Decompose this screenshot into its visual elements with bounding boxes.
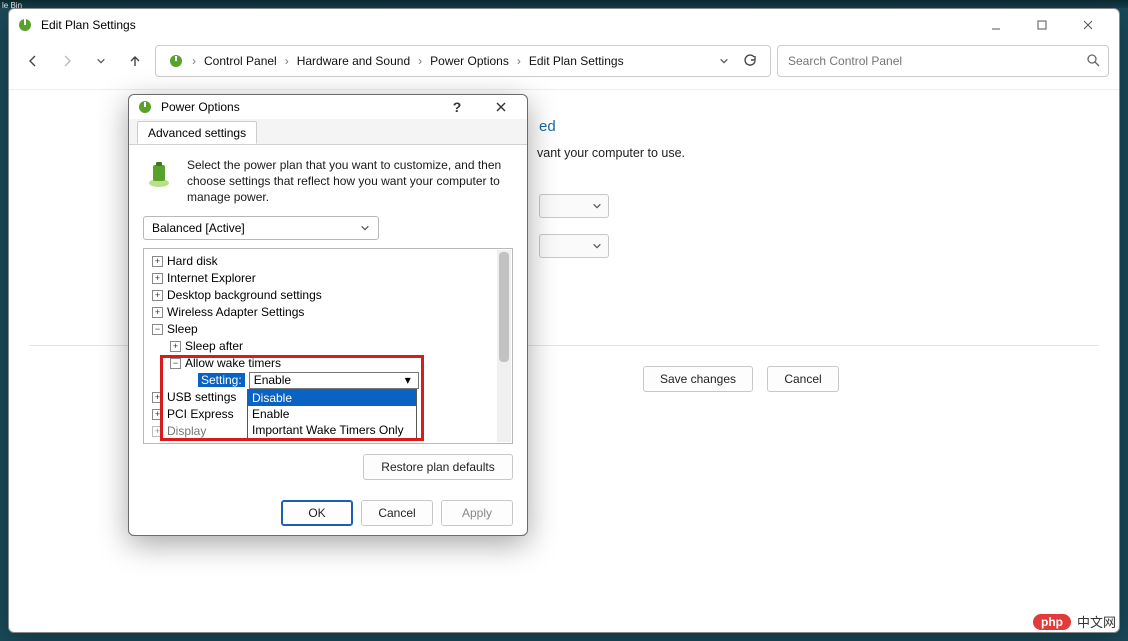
search-bar[interactable]	[777, 45, 1109, 77]
titlebar: Edit Plan Settings	[9, 9, 1119, 41]
restore-defaults-button[interactable]: Restore plan defaults	[363, 454, 513, 480]
expand-icon[interactable]: +	[152, 256, 163, 267]
maximize-button[interactable]	[1019, 10, 1065, 40]
tree-label: Allow wake timers	[185, 356, 281, 370]
expand-icon[interactable]: +	[152, 290, 163, 301]
expand-icon[interactable]: +	[152, 409, 163, 420]
save-changes-button[interactable]: Save changes	[643, 366, 753, 392]
power-plan-select[interactable]: Balanced [Active]	[143, 216, 379, 240]
breadcrumb[interactable]: Control Panel	[200, 52, 281, 70]
expand-icon[interactable]: +	[152, 426, 163, 437]
dialog-titlebar: Power Options ?	[129, 95, 527, 119]
dropdown-option-important-only[interactable]: Important Wake Timers Only	[248, 422, 416, 438]
dropdown-option-disable[interactable]: Disable	[248, 390, 416, 406]
expand-icon[interactable]: +	[170, 341, 181, 352]
tree-label: Desktop background settings	[167, 288, 322, 302]
tree-node-ie[interactable]: + Internet Explorer	[146, 270, 510, 287]
power-options-dialog: Power Options ? Advanced settings Select…	[128, 94, 528, 536]
breadcrumb[interactable]: Hardware and Sound	[293, 52, 414, 70]
close-button[interactable]	[1065, 10, 1111, 40]
tree-label: Internet Explorer	[167, 271, 256, 285]
chevron-right-icon: ›	[515, 54, 523, 68]
watermark: php 中文网	[1033, 612, 1116, 631]
tab-strip: Advanced settings	[129, 119, 527, 145]
power-icon	[17, 17, 33, 33]
dialog-close-button[interactable]	[483, 95, 519, 119]
select-fragment[interactable]	[539, 234, 609, 258]
address-bar[interactable]: › Control Panel › Hardware and Sound › P…	[155, 45, 771, 77]
tree-node-wake-timers[interactable]: −Allow wake timers	[146, 355, 510, 372]
setting-row: Setting: Enable ▾	[146, 372, 510, 389]
apply-button[interactable]: Apply	[441, 500, 513, 526]
tree-label: Wireless Adapter Settings	[167, 305, 304, 319]
tree-label: USB settings	[167, 390, 236, 404]
tree-label: Hard disk	[167, 254, 218, 268]
setting-label: Setting:	[198, 373, 245, 387]
help-button[interactable]: ?	[439, 95, 475, 119]
ok-button[interactable]: OK	[281, 500, 353, 526]
power-icon	[164, 53, 188, 69]
combo-value: Enable	[254, 373, 291, 387]
settings-tree[interactable]: + Hard disk + Internet Explorer + Desktop b…	[143, 248, 513, 444]
dropdown-option-enable[interactable]: Enable	[248, 406, 416, 422]
chevron-down-icon	[360, 223, 370, 233]
select-fragment[interactable]	[539, 194, 609, 218]
back-button[interactable]	[19, 47, 47, 75]
search-input[interactable]	[786, 53, 1082, 69]
chevron-down-icon[interactable]	[712, 56, 736, 66]
collapse-icon[interactable]: −	[152, 324, 163, 335]
tree-label: Display	[167, 424, 206, 438]
cancel-button[interactable]: Cancel	[767, 366, 839, 392]
search-icon[interactable]	[1086, 53, 1100, 70]
page-heading-fragment: ed	[539, 118, 556, 135]
expand-icon[interactable]: +	[152, 307, 163, 318]
dialog-body: Select the power plan that you want to c…	[129, 145, 527, 490]
wake-timers-dropdown[interactable]: Disable Enable Important Wake Timers Onl…	[247, 389, 417, 439]
expand-icon[interactable]: +	[152, 273, 163, 284]
forward-button[interactable]	[53, 47, 81, 75]
wake-timers-combo[interactable]: Enable ▾	[249, 372, 419, 389]
tree-label: PCI Express	[167, 407, 234, 421]
recent-dropdown-button[interactable]	[87, 47, 115, 75]
tree-node-hard-disk[interactable]: + Hard disk	[146, 253, 510, 270]
refresh-icon[interactable]	[738, 54, 762, 68]
chevron-right-icon: ›	[416, 54, 424, 68]
tree-node-desktop-bg[interactable]: + Desktop background settings	[146, 287, 510, 304]
tree-label: Sleep after	[185, 339, 243, 353]
up-button[interactable]	[121, 47, 149, 75]
scrollbar-thumb[interactable]	[499, 252, 509, 362]
tree-node-wifi[interactable]: + Wireless Adapter Settings	[146, 304, 510, 321]
collapse-icon[interactable]: −	[170, 358, 181, 369]
breadcrumb[interactable]: Edit Plan Settings	[525, 52, 628, 70]
nav-row: › Control Panel › Hardware and Sound › P…	[9, 41, 1119, 81]
window-title: Edit Plan Settings	[41, 18, 973, 32]
tree-label: Sleep	[167, 322, 198, 336]
expand-icon[interactable]: +	[152, 392, 163, 403]
dialog-cancel-button[interactable]: Cancel	[361, 500, 433, 526]
power-plan-value: Balanced [Active]	[152, 221, 245, 235]
breadcrumb[interactable]: Power Options	[426, 52, 513, 70]
chevron-right-icon: ›	[190, 54, 198, 68]
page-text-fragment: vant your computer to use.	[537, 146, 685, 160]
scrollbar[interactable]	[497, 250, 511, 442]
tab-advanced-settings[interactable]: Advanced settings	[137, 121, 257, 144]
dialog-intro-text: Select the power plan that you want to c…	[187, 157, 513, 206]
dialog-title: Power Options	[161, 100, 431, 114]
tree-node-sleep-after[interactable]: + Sleep after	[146, 338, 510, 355]
tree-node-sleep[interactable]: −Sleep	[146, 321, 510, 338]
dialog-footer: OK Cancel Apply	[129, 490, 527, 540]
chevron-down-icon: ▾	[402, 373, 414, 387]
watermark-text: 中文网	[1077, 612, 1116, 631]
minimize-button[interactable]	[973, 10, 1019, 40]
battery-icon	[143, 157, 175, 189]
watermark-pill: php	[1033, 614, 1071, 630]
chevron-right-icon: ›	[283, 54, 291, 68]
power-icon	[137, 99, 153, 115]
